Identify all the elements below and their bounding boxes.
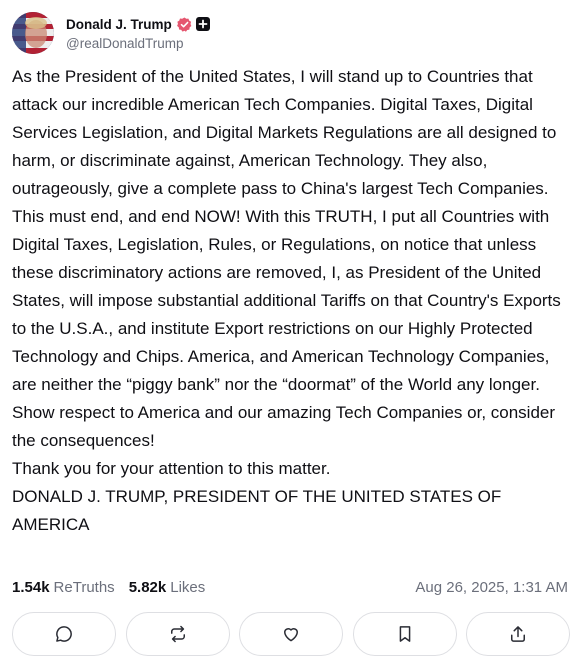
post-header: Donald J. Trump @realDonaldTrump — [12, 12, 210, 54]
like-button[interactable] — [239, 612, 343, 656]
author-identity: Donald J. Trump @realDonaldTrump — [66, 15, 210, 51]
avatar[interactable] — [12, 12, 54, 54]
bookmark-icon — [399, 626, 410, 642]
retruth-icon — [170, 625, 185, 643]
like-icon — [284, 628, 298, 642]
retruths-label: ReTruths — [53, 578, 115, 596]
verified-badge-icon — [176, 16, 192, 32]
reply-icon — [56, 626, 72, 642]
author-display-name[interactable]: Donald J. Trump — [66, 17, 172, 32]
bookmark-button[interactable] — [352, 612, 457, 656]
likes-count: 5.82k — [128, 578, 167, 596]
reply-button[interactable] — [12, 612, 116, 656]
post-paragraph: As the President of the United States, I… — [12, 67, 561, 450]
share-icon — [511, 626, 525, 642]
retruths-count: 1.54k — [12, 578, 50, 596]
author-handle[interactable]: @realDonaldTrump — [66, 36, 210, 51]
share-button[interactable] — [466, 612, 570, 656]
post-paragraph: DONALD J. TRUMP, PRESIDENT OF THE UNITED… — [12, 487, 502, 534]
retruth-button[interactable] — [125, 612, 230, 656]
likes-stat[interactable]: 5.82k Likes — [129, 579, 206, 596]
post-card: Donald J. Trump @realDonaldTrump As the — [0, 0, 580, 660]
plus-icon — [195, 17, 210, 31]
post-timestamp[interactable]: Aug 26, 2025, 1:31 AM — [415, 579, 568, 596]
avatar-image — [12, 12, 54, 54]
post-stats: 1.54k ReTruths 5.82k Likes Aug 26, 2025,… — [12, 576, 568, 598]
post-paragraph: Thank you for your attention to this mat… — [12, 459, 331, 478]
retruths-stat[interactable]: 1.54k ReTruths — [12, 579, 115, 596]
likes-label: Likes — [170, 578, 206, 596]
post-body: As the President of the United States, I… — [12, 63, 572, 539]
name-row: Donald J. Trump — [66, 15, 210, 33]
post-actions — [12, 612, 570, 658]
